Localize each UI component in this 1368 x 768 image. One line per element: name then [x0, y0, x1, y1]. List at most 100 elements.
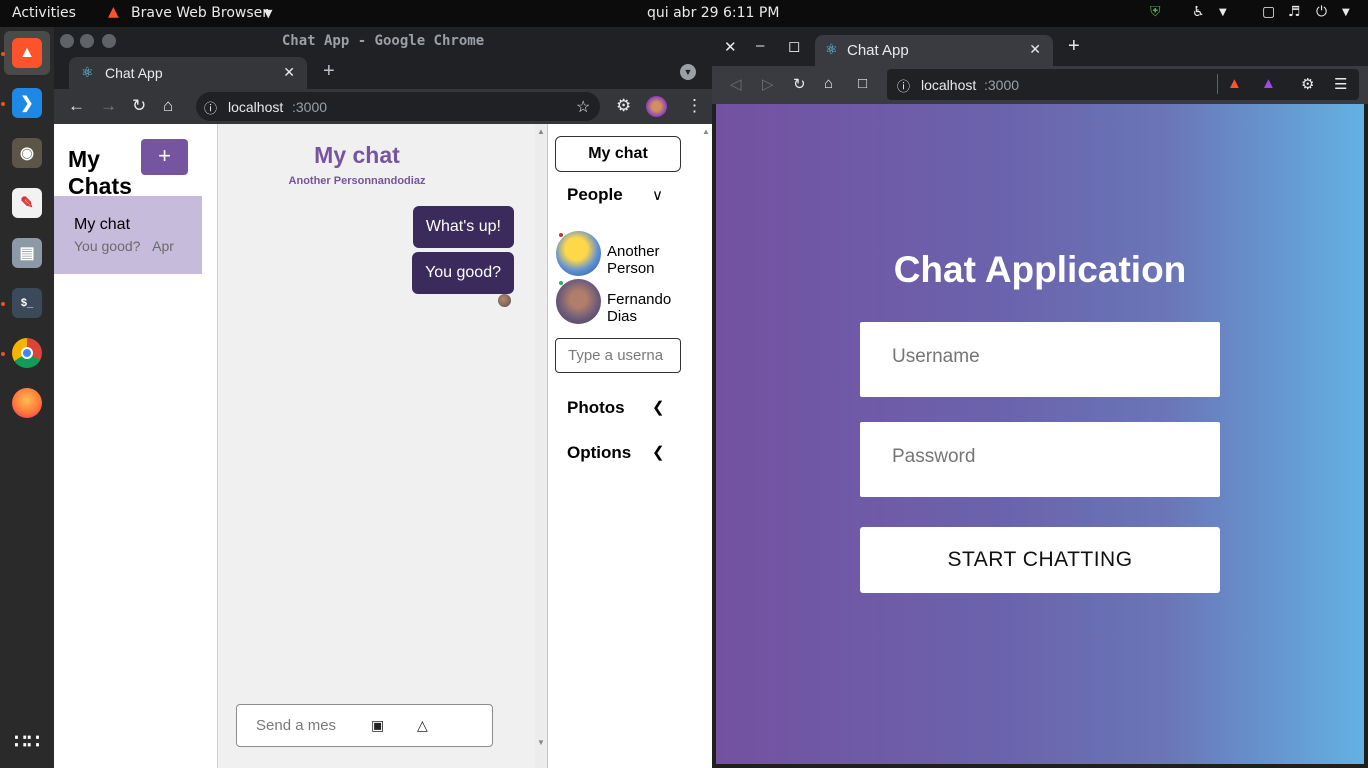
- username-input[interactable]: Type a userna: [555, 338, 681, 373]
- username-placeholder: Username: [892, 346, 980, 367]
- tab-chat-app[interactable]: ⚛ Chat App ✕: [815, 35, 1053, 66]
- message-input[interactable]: Send a mes: [256, 717, 336, 734]
- home-icon[interactable]: ⌂: [163, 96, 173, 116]
- gimp-icon: ◉: [12, 138, 42, 168]
- chat-list-column: My Chats + My chat You good? Apr: [54, 124, 218, 768]
- feed-scrollbar[interactable]: ▲ ▼: [535, 124, 547, 768]
- forward-icon[interactable]: →: [100, 96, 117, 116]
- image-upload-icon[interactable]: ▣: [371, 717, 384, 734]
- app-menu-label[interactable]: Brave Web Browser: [131, 5, 268, 21]
- login-page: Chat Application Username Password START…: [716, 104, 1364, 764]
- bookmark-icon[interactable]: □: [858, 75, 867, 92]
- folder-icon: ▤: [12, 238, 42, 268]
- dock-gimp[interactable]: ◉: [4, 131, 50, 175]
- back-icon[interactable]: ←: [68, 96, 85, 116]
- star-icon[interactable]: ☆: [576, 97, 590, 117]
- address-bar[interactable]: ⓘ localhost :3000 ▲ ▲: [887, 69, 1359, 100]
- new-tab-icon[interactable]: +: [1068, 35, 1080, 58]
- login-title: Chat Application: [893, 249, 1187, 290]
- dock-brave[interactable]: ▲: [4, 31, 50, 75]
- chrome-tabstrip: ⚛ Chat App ✕ + ▼: [54, 55, 712, 89]
- tab-chat-app[interactable]: ⚛ Chat App ✕: [69, 57, 307, 89]
- new-tab-icon[interactable]: +: [323, 60, 335, 83]
- dock-vscode[interactable]: ❯: [4, 81, 50, 125]
- reload-icon[interactable]: ↻: [132, 96, 146, 116]
- home-icon[interactable]: ⌂: [824, 75, 833, 92]
- chat-card[interactable]: My chat You good? Apr: [54, 196, 202, 274]
- volume-icon[interactable]: ♬: [1288, 4, 1301, 20]
- clock-time[interactable]: 6:11 PM: [723, 5, 779, 21]
- running-indicator: [1, 302, 5, 306]
- minimize-window-icon[interactable]: –: [756, 37, 764, 54]
- person-avatar: [556, 231, 601, 276]
- extensions-icon[interactable]: ⚙: [616, 96, 631, 116]
- dock-terminal[interactable]: $_: [4, 281, 50, 325]
- new-chat-button[interactable]: +: [141, 139, 188, 175]
- menu-icon[interactable]: ☰: [1334, 75, 1347, 93]
- chrome-toolbar: ← → ↻ ⌂ ⓘ localhost :3000 ☆ ⚙ ⋮: [54, 89, 712, 124]
- power-icon[interactable]: ⏻: [1316, 4, 1327, 20]
- brave-rewards-icon[interactable]: ▲: [1261, 75, 1276, 92]
- close-tab-icon[interactable]: ✕: [283, 64, 295, 81]
- menu-icon[interactable]: ⋮: [686, 96, 703, 116]
- shield-icon[interactable]: ⛨: [1150, 4, 1161, 20]
- window-icon[interactable]: ▢: [1262, 4, 1275, 20]
- avatar[interactable]: [646, 96, 667, 117]
- chat-title-button[interactable]: My chat: [555, 136, 681, 172]
- start-chatting-button[interactable]: START CHATTING: [860, 527, 1220, 593]
- brave-shields-icon[interactable]: ▲: [1227, 75, 1242, 92]
- scroll-down-icon[interactable]: ▼: [537, 738, 545, 747]
- forward-icon[interactable]: ▷: [762, 75, 774, 93]
- chevron-left-icon[interactable]: ❮: [652, 443, 665, 461]
- close-window-icon[interactable]: ✕: [724, 38, 737, 56]
- chevron-down-icon[interactable]: ▼: [264, 7, 272, 20]
- dock-text-editor[interactable]: ✎: [4, 181, 50, 225]
- reload-icon[interactable]: ↻: [793, 75, 806, 93]
- maximize-window-icon[interactable]: ◻: [788, 37, 800, 55]
- password-field[interactable]: Password: [860, 422, 1220, 497]
- url-host: localhost: [228, 99, 284, 115]
- chevron-down-icon[interactable]: ∨: [652, 186, 663, 204]
- chat-card-preview: You good? Apr: [74, 238, 174, 254]
- dock-files[interactable]: ▤: [4, 231, 50, 275]
- people-section-label[interactable]: People: [567, 185, 623, 205]
- tab-search-icon[interactable]: ▼: [680, 64, 696, 80]
- chevron-down-icon[interactable]: ▼: [1219, 7, 1227, 18]
- chat-card-last-message: You good?: [74, 238, 141, 254]
- chevron-down-icon[interactable]: ▼: [1342, 7, 1350, 18]
- scroll-up-icon[interactable]: ▲: [537, 127, 545, 136]
- app-grid-icon: ∷∷: [14, 730, 40, 753]
- extensions-icon[interactable]: ⚙: [1301, 75, 1314, 93]
- vscode-icon: ❯: [12, 88, 42, 118]
- dock: ▲ ❯ ◉ ✎ ▤ $_ ∷∷: [0, 27, 54, 768]
- text-editor-icon: ✎: [12, 188, 42, 218]
- brave-app-icon: ▲: [108, 4, 119, 20]
- message-bubble: What's up!: [412, 206, 514, 248]
- react-icon: ⚛: [825, 41, 838, 57]
- dock-firefox[interactable]: [4, 381, 50, 425]
- info-icon[interactable]: ⓘ: [204, 98, 217, 117]
- dock-chrome[interactable]: [4, 331, 50, 375]
- dock-app-grid[interactable]: ∷∷: [4, 719, 50, 763]
- activities-button[interactable]: Activities: [12, 5, 76, 21]
- message-bubble: You good?: [412, 252, 514, 294]
- address-bar[interactable]: ⓘ localhost :3000 ☆: [196, 92, 600, 121]
- window-title: Chat App - Google Chrome: [281, 33, 485, 49]
- chat-app: My Chats + My chat You good? Apr My chat…: [54, 124, 712, 768]
- url-port: :3000: [292, 99, 328, 115]
- accessibility-icon[interactable]: ♿: [1192, 4, 1205, 20]
- close-tab-icon[interactable]: ✕: [1029, 41, 1041, 58]
- brave-tabstrip: ✕ – ◻ ⚛ Chat App ✕ +: [712, 27, 1368, 66]
- chevron-left-icon[interactable]: ❮: [652, 398, 665, 416]
- clock-day[interactable]: qui abr 29: [647, 5, 719, 21]
- username-field[interactable]: Username: [860, 322, 1220, 397]
- send-icon[interactable]: △: [417, 717, 428, 734]
- back-icon[interactable]: ◁: [730, 75, 742, 93]
- message-form[interactable]: Send a mes ▣ △: [236, 704, 493, 747]
- password-placeholder: Password: [892, 446, 976, 467]
- info-icon[interactable]: ⓘ: [897, 76, 910, 95]
- photos-section-label[interactable]: Photos: [567, 398, 625, 418]
- chrome-icon: [12, 338, 42, 368]
- scroll-up-icon[interactable]: ▲: [702, 127, 710, 136]
- options-section-label[interactable]: Options: [567, 443, 631, 463]
